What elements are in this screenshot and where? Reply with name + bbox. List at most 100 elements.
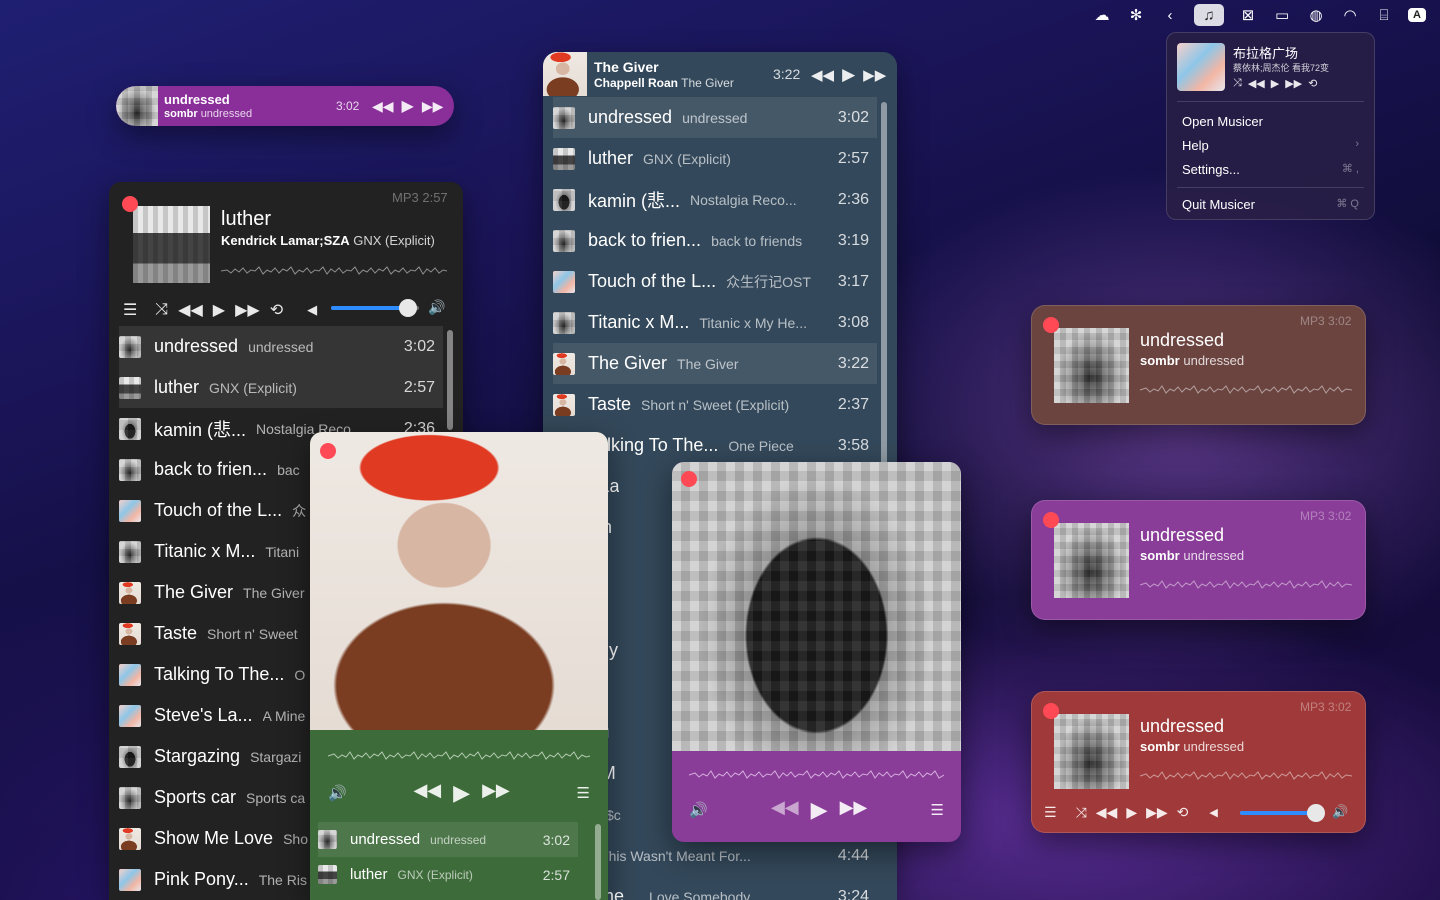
track-title: luther bbox=[588, 148, 634, 168]
play-icon[interactable]: ▶ bbox=[213, 300, 225, 320]
close-button[interactable] bbox=[1043, 317, 1059, 333]
wifi-icon[interactable]: ◠ bbox=[1340, 5, 1360, 25]
wireframe-icon[interactable]: ⊠ bbox=[1238, 5, 1258, 25]
track-title: undressed bbox=[588, 107, 673, 127]
play-icon[interactable]: ▶ bbox=[1271, 77, 1279, 90]
previous-icon[interactable]: ◀◀ bbox=[372, 98, 394, 115]
waveform[interactable] bbox=[1139, 578, 1353, 590]
volume-slider[interactable] bbox=[331, 299, 419, 317]
track-album: 众生行记OST bbox=[726, 273, 811, 290]
play-icon[interactable]: ▶ bbox=[453, 780, 470, 806]
waveform[interactable] bbox=[220, 264, 448, 276]
waveform[interactable] bbox=[1139, 769, 1353, 781]
volume-slider[interactable] bbox=[1240, 804, 1325, 822]
menu-item[interactable]: Help › bbox=[1182, 138, 1359, 153]
next-icon[interactable]: ▶▶ bbox=[422, 98, 444, 115]
list-item[interactable]: back to frien... back to friends 3:19 bbox=[553, 220, 877, 261]
waveform[interactable] bbox=[1139, 383, 1353, 395]
list-item[interactable]: The Giver The Giver 3:22 bbox=[553, 343, 877, 384]
track-album: $c bbox=[606, 806, 621, 823]
volume-icon[interactable]: 🔊 bbox=[689, 801, 708, 819]
playlist-icon[interactable]: ☰ bbox=[577, 784, 590, 802]
shuffle-icon[interactable]: ⤨ bbox=[1233, 77, 1242, 90]
file-format: MP3 bbox=[1300, 700, 1325, 714]
previous-icon[interactable]: ◀◀ bbox=[811, 66, 834, 84]
next-icon[interactable]: ▶▶ bbox=[1146, 804, 1168, 821]
track-album: A Mine bbox=[262, 707, 306, 724]
waveform[interactable] bbox=[327, 749, 591, 761]
menu-item-label: Help bbox=[1182, 138, 1209, 153]
track-title: Talking To The... bbox=[154, 664, 285, 684]
track-album: bac bbox=[277, 461, 300, 478]
previous-icon[interactable]: ◀◀ bbox=[1096, 804, 1118, 821]
playlist-icon[interactable]: ☰ bbox=[931, 801, 944, 819]
cloud-icon[interactable]: ☁ bbox=[1092, 5, 1112, 25]
scrollbar[interactable] bbox=[447, 330, 453, 430]
list-item[interactable]: Touch of the L... 众生行记OST 3:17 bbox=[553, 261, 877, 302]
play-icon[interactable]: ▶ bbox=[811, 797, 828, 823]
music-note-icon[interactable]: ♫ bbox=[1194, 4, 1225, 26]
scrollbar[interactable] bbox=[881, 102, 887, 482]
track-album: undressed bbox=[682, 109, 748, 126]
track-album: 众 bbox=[292, 502, 307, 519]
track-title: kamin (悲... bbox=[588, 190, 681, 211]
list-item[interactable]: Taste Short n' Sweet (Explicit) 2:37 bbox=[553, 384, 877, 425]
previous-icon[interactable]: ◀◀ bbox=[178, 300, 203, 320]
track-album: undressed bbox=[1183, 548, 1245, 563]
repeat-icon[interactable]: ⟲ bbox=[270, 300, 283, 320]
playlist-icon[interactable]: ☰ bbox=[123, 300, 137, 320]
battery-charging-icon[interactable]: ▭ bbox=[1272, 5, 1292, 25]
track-title: Titanic x M... bbox=[588, 312, 690, 332]
list-item[interactable]: luther GNX (Explicit) 2:57 bbox=[119, 367, 443, 408]
translate-icon[interactable]: ⌸ bbox=[1374, 5, 1394, 25]
next-icon[interactable]: ▶▶ bbox=[1285, 77, 1302, 90]
previous-icon[interactable]: ◀◀ bbox=[771, 797, 799, 823]
input-source-indicator[interactable]: A bbox=[1408, 8, 1426, 22]
track-album: Short n' Sweet bbox=[207, 625, 298, 642]
track-thumbnail bbox=[318, 830, 337, 849]
volume-icon[interactable]: 🔊 bbox=[328, 784, 347, 802]
menu-item[interactable]: Quit Musicer ⌘ Q bbox=[1182, 197, 1359, 212]
volume-high-icon: 🔊 bbox=[1332, 804, 1349, 819]
repeat-icon[interactable]: ⟲ bbox=[1308, 77, 1317, 90]
close-button[interactable] bbox=[122, 196, 138, 212]
menu-item[interactable]: Open Musicer bbox=[1182, 114, 1359, 129]
scrollbar[interactable] bbox=[595, 824, 601, 900]
album-art bbox=[543, 52, 587, 96]
next-icon[interactable]: ▶▶ bbox=[840, 797, 868, 823]
list-item[interactable]: undressed undressed 3:02 bbox=[318, 822, 578, 857]
green-player-window: 🔊 ◀◀ ▶ ▶▶ ☰ undressed undressed 3:02 luther GN… bbox=[310, 432, 608, 900]
list-item[interactable]: undressed undressed 3:02 bbox=[553, 97, 877, 138]
close-button[interactable] bbox=[681, 471, 697, 487]
play-icon[interactable]: ▶ bbox=[1126, 804, 1137, 821]
album-art bbox=[1054, 523, 1129, 598]
list-item[interactable]: undressed undressed 3:02 bbox=[119, 326, 443, 367]
close-button[interactable] bbox=[1043, 703, 1059, 719]
list-item[interactable]: kamin (悲... Nostalgia Reco... 2:36 bbox=[553, 179, 877, 220]
shuffle-icon[interactable]: ⤨ bbox=[1076, 804, 1087, 821]
previous-icon[interactable]: ◀◀ bbox=[413, 780, 441, 806]
volume-low-icon: ◀ bbox=[1209, 807, 1218, 819]
previous-icon[interactable]: ◀◀ bbox=[1248, 77, 1265, 90]
menu-item-label: Quit Musicer bbox=[1182, 197, 1255, 212]
volume-low-icon: ◀ bbox=[307, 302, 318, 317]
next-icon[interactable]: ▶▶ bbox=[482, 780, 510, 806]
close-button[interactable] bbox=[320, 443, 336, 459]
next-icon[interactable]: ▶▶ bbox=[235, 300, 260, 320]
waveform[interactable] bbox=[688, 768, 945, 780]
shuffle-icon[interactable]: ⤨ bbox=[155, 301, 168, 319]
play-icon[interactable]: ▶ bbox=[842, 65, 855, 85]
chevron-left-icon[interactable]: ‹ bbox=[1160, 5, 1180, 25]
list-item[interactable]: Titanic x M... Titanic x My He... 3:08 bbox=[553, 302, 877, 343]
wechat-icon[interactable]: ◍ bbox=[1306, 5, 1326, 25]
list-item[interactable]: luther GNX (Explicit) 2:57 bbox=[318, 857, 578, 892]
playlist-icon[interactable]: ☰ bbox=[1044, 804, 1057, 821]
pinwheel-icon[interactable]: ✻ bbox=[1126, 5, 1146, 25]
menu-item[interactable]: Settings... ⌘ , bbox=[1182, 162, 1359, 177]
close-button[interactable] bbox=[1043, 512, 1059, 528]
repeat-icon[interactable]: ⟲ bbox=[1177, 804, 1189, 821]
play-icon[interactable]: ▶ bbox=[402, 96, 414, 116]
track-album: Titanic x My He... bbox=[699, 314, 807, 331]
next-icon[interactable]: ▶▶ bbox=[863, 66, 886, 84]
list-item[interactable]: luther GNX (Explicit) 2:57 bbox=[553, 138, 877, 179]
